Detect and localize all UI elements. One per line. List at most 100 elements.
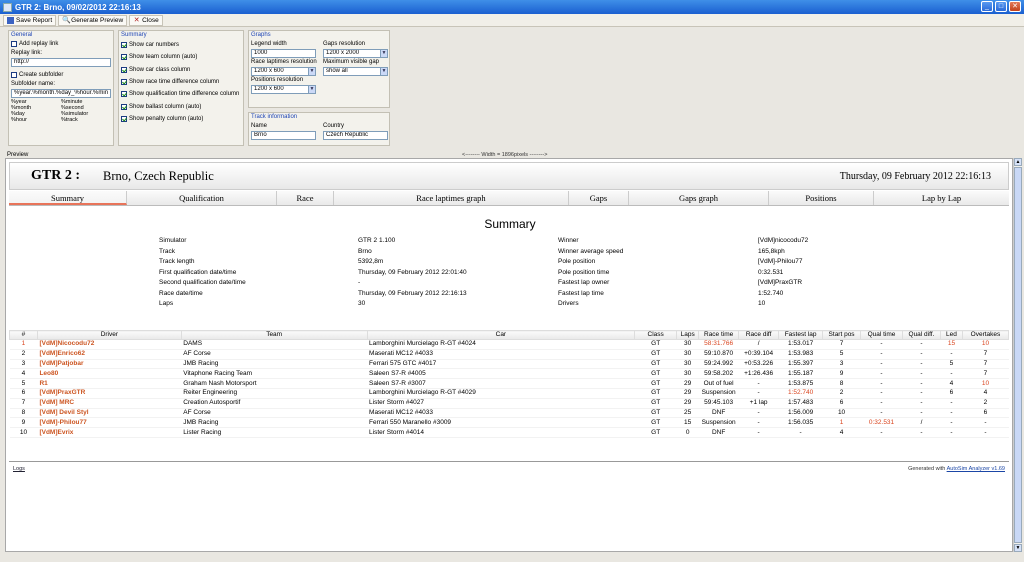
show-ballast-option[interactable]: Show ballast column (auto) (121, 100, 241, 112)
driver-name: [VdM]Nicocodu72 (37, 339, 182, 350)
show-penalty-option[interactable]: Show penalty column (auto) (121, 113, 241, 125)
gaps-res-select[interactable]: 1200 x 2000 ▼ (323, 49, 388, 58)
table-cell: Maserati MC12 #4033 (367, 408, 635, 419)
driver-name: [VdM] MRC (37, 398, 182, 409)
show-car-class-option[interactable]: Show car class column (121, 64, 241, 76)
checkbox[interactable] (121, 42, 127, 49)
tab-qualification[interactable]: Qualification (127, 191, 277, 205)
close-button[interactable]: ✕ Close (129, 14, 163, 26)
create-subfolder-option[interactable]: Create subfolder (11, 70, 111, 80)
minimize-button[interactable]: _ (981, 1, 993, 12)
column-header: # (9, 330, 38, 340)
race-laptimes-res-select[interactable]: 1200 x 600 ▼ (251, 67, 316, 76)
report-tabs: Summary Qualification Race Race laptimes… (9, 191, 1009, 206)
tab-gaps-graph[interactable]: Gaps graph (629, 191, 769, 205)
legend-width-input[interactable]: 1000 (251, 49, 316, 58)
table-cell: 29 (676, 378, 699, 389)
table-cell: - (940, 408, 963, 419)
vertical-scrollbar[interactable]: ▲ ▼ (1013, 158, 1022, 552)
table-cell: 4 (9, 368, 38, 380)
logs-link[interactable]: Logs (13, 466, 25, 472)
tab-summary[interactable]: Summary (9, 191, 127, 205)
table-cell: GT (634, 398, 677, 409)
table-cell: Ferrari 575 GTC #4017 (367, 359, 635, 370)
table-cell: +0:53.226 (738, 359, 779, 370)
scroll-up-icon[interactable]: ▲ (1014, 158, 1022, 166)
show-qual-diff-option[interactable]: Show qualification time difference colum… (121, 88, 241, 100)
maximize-button[interactable]: □ (995, 1, 1007, 12)
table-cell: 6 (822, 398, 861, 409)
add-replay-link-checkbox[interactable] (11, 41, 17, 47)
column-header: Qual diff. (902, 330, 941, 340)
checkbox[interactable] (121, 103, 127, 110)
track-name-input[interactable]: Brno (251, 131, 316, 140)
show-race-diff-option[interactable]: Show race time difference column (121, 76, 241, 88)
table-body: 1 [VdM]Nicocodu72 DAMS Lamborghini Murciela… (9, 339, 1009, 438)
report-datetime: Thursday, 09 February 2012 22:16:13 (839, 170, 991, 182)
checkbox[interactable] (121, 115, 127, 122)
checkbox[interactable] (121, 79, 127, 86)
max-visible-gap-select[interactable]: show all ▼ (323, 67, 388, 76)
generate-preview-button[interactable]: 🔍 Generate Preview (58, 14, 128, 26)
scrollbar-thumb[interactable] (1014, 167, 1022, 543)
table-cell: GT (634, 378, 677, 389)
generator-link[interactable]: AutoSim Analyzer v1.69 (947, 466, 1005, 472)
driver-name: [VdM]Patjobar (37, 359, 182, 370)
table-cell: 1:55.187 (778, 368, 823, 380)
chevron-down-icon: ▼ (380, 50, 387, 57)
subfolder-name-input[interactable]: %year.%month.%day_%hour.%min (11, 89, 111, 98)
checkbox[interactable] (121, 91, 127, 98)
save-report-button[interactable]: Save Report (3, 14, 57, 26)
tab-gaps[interactable]: Gaps (569, 191, 629, 205)
table-cell: 29 (676, 388, 699, 399)
table-cell: 7 (822, 339, 861, 350)
table-cell: 1:53.983 (778, 349, 823, 360)
positions-res-select[interactable]: 1200 x 600 ▼ (251, 85, 316, 94)
column-header: Start pos (822, 330, 862, 340)
table-cell: 0 (676, 427, 699, 438)
show-team-column-option[interactable]: Show team column (auto) (121, 51, 241, 63)
table-cell: 6 (940, 388, 963, 399)
table-cell: 5 (940, 359, 963, 370)
replay-link-input[interactable]: http:// (11, 58, 111, 67)
scroll-down-icon[interactable]: ▼ (1014, 544, 1022, 552)
table-cell: 58:31.766 (698, 339, 739, 350)
checkbox[interactable] (121, 66, 127, 73)
table-cell: - (902, 427, 941, 438)
preview-icon: 🔍 (62, 16, 71, 24)
add-replay-link-option[interactable]: Add replay link (11, 39, 111, 49)
table-cell: Creation Autosportif (181, 398, 368, 409)
table-cell: DNF (698, 408, 739, 419)
country-input[interactable]: Czech Republic (323, 131, 388, 140)
checkbox[interactable] (121, 54, 127, 61)
table-cell: JMB Racing (181, 359, 368, 370)
show-car-numbers-option[interactable]: Show car numbers (121, 39, 241, 51)
tab-lap-by-lap[interactable]: Lap by Lap (874, 191, 1009, 205)
table-cell: 59:45.103 (698, 398, 739, 409)
table-cell: 9 (822, 368, 861, 380)
tab-race[interactable]: Race (277, 191, 334, 205)
table-row: 4 Leo80 Vitaphone Racing Team Saleen S7-R #… (9, 368, 1009, 380)
table-cell: 15 (940, 339, 963, 350)
table-cell: 7 (962, 359, 1009, 370)
column-header: Led (939, 330, 963, 340)
close-window-button[interactable]: ✕ (1009, 1, 1021, 12)
table-cell: 1:56.035 (778, 417, 823, 429)
track-info-title: Track information (251, 114, 298, 120)
driver-name: [VdM]-Philou77 (37, 417, 182, 429)
tab-race-laptimes-graph[interactable]: Race laptimes graph (334, 191, 569, 205)
tab-positions[interactable]: Positions (769, 191, 874, 205)
table-cell: 10 (962, 378, 1009, 389)
table-cell: 1 (9, 339, 38, 350)
table-cell: 29 (676, 398, 699, 409)
table-cell: 3 (9, 359, 38, 370)
column-header: Team (180, 330, 368, 340)
table-cell: - (860, 388, 903, 399)
create-subfolder-checkbox[interactable] (11, 72, 17, 78)
table-cell: 2 (962, 398, 1009, 409)
replay-link-label: Replay link: (11, 50, 43, 56)
info-right-labels: Winner Winner average speed Pole positio… (558, 237, 624, 307)
table-cell: 59:24.992 (698, 359, 739, 370)
table-cell: - (902, 398, 941, 409)
table-cell: GT (634, 368, 677, 380)
